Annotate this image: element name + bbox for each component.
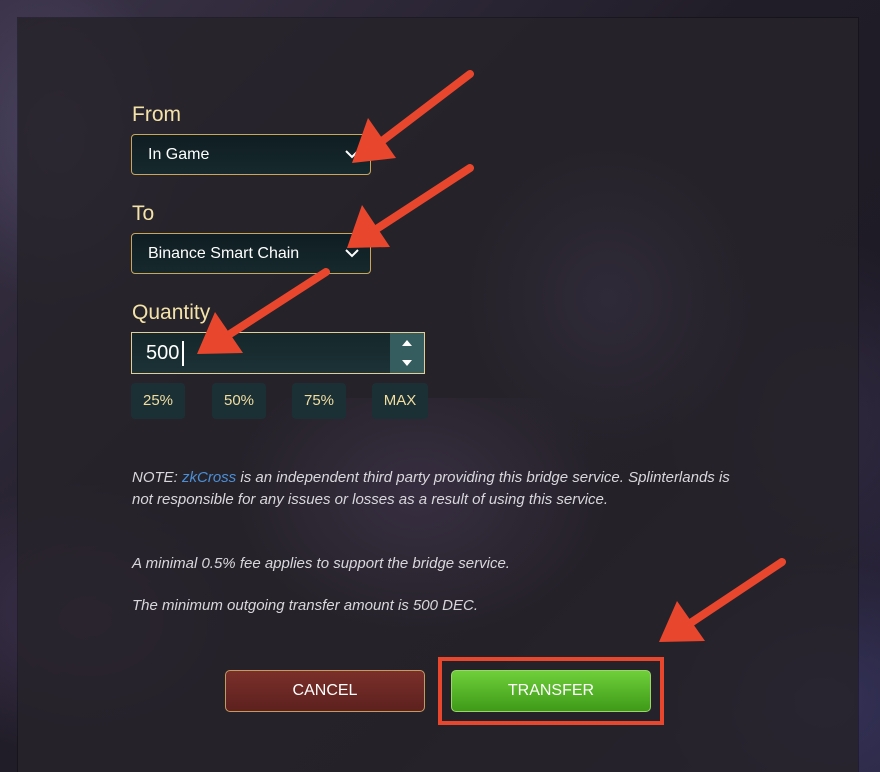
zkcross-link[interactable]: zkCross: [182, 469, 236, 486]
quantity-label: Quantity: [132, 301, 211, 324]
minimum-note: The minimum outgoing transfer amount is …: [132, 597, 478, 614]
percent-75-button[interactable]: 75%: [292, 383, 346, 419]
max-button[interactable]: MAX: [372, 383, 428, 419]
text-cursor: [182, 341, 184, 366]
note-prefix: NOTE:: [132, 469, 183, 486]
to-select-value: Binance Smart Chain: [148, 245, 300, 262]
background-decoration: [458, 138, 758, 458]
caret-up-icon[interactable]: [390, 333, 424, 353]
percent-25-button[interactable]: 25%: [131, 383, 185, 419]
from-label: From: [132, 103, 181, 126]
from-select[interactable]: In Game: [131, 134, 371, 175]
caret-down-icon[interactable]: [390, 353, 424, 373]
bridge-note: NOTE: zkCross is an independent third pa…: [132, 467, 732, 511]
chevron-down-icon: [345, 150, 359, 159]
transfer-highlight-box: [438, 657, 664, 725]
chevron-down-icon: [345, 249, 359, 258]
percent-50-button[interactable]: 50%: [212, 383, 266, 419]
to-select[interactable]: Binance Smart Chain: [131, 233, 371, 274]
quantity-stepper[interactable]: [390, 333, 424, 373]
cancel-button[interactable]: CANCEL: [225, 670, 425, 712]
to-label: To: [132, 202, 155, 225]
quantity-input[interactable]: 500: [131, 332, 425, 374]
fee-note: A minimal 0.5% fee applies to support th…: [132, 555, 510, 572]
quantity-value: 500: [146, 342, 180, 364]
from-select-value: In Game: [148, 146, 210, 163]
